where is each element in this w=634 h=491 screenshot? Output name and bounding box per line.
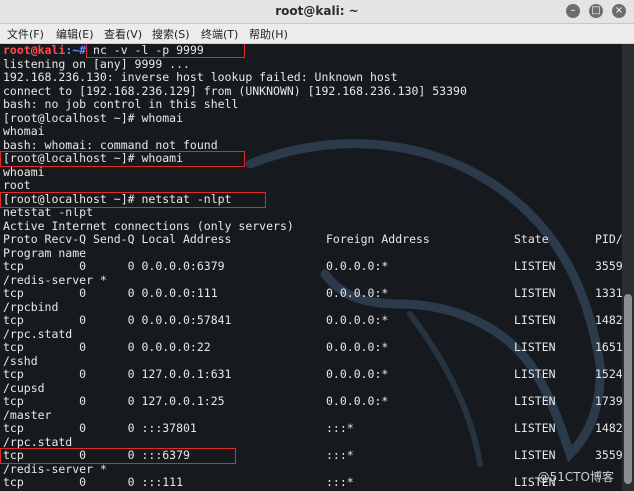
highlight-redis-6379 — [0, 448, 236, 464]
menu-search[interactable]: 搜索(S) — [152, 26, 190, 42]
netstat-row-foreign: 0.0.0.0:* — [326, 394, 389, 408]
scrollbar-thumb[interactable] — [624, 294, 632, 484]
netstat-row-state: LISTEN — [514, 394, 556, 408]
title-bar[interactable]: root@kali: ~ – □ × — [0, 0, 634, 24]
netstat-row-main: tcp 0 0 127.0.0.1:25 — [3, 394, 225, 408]
menu-view[interactable]: 查看(V) — [104, 26, 142, 42]
netstat-row-main: tcp 0 0 0.0.0.0:22 — [3, 340, 211, 354]
netstat-row-foreign: 0.0.0.0:* — [326, 340, 389, 354]
netstat-row-foreign: :::* — [326, 448, 354, 462]
kali-dragon-icon — [245, 139, 605, 467]
menu-terminal[interactable]: 终端(T) — [201, 26, 238, 42]
netstat-row-main: tcp 0 0 :::111 — [3, 475, 184, 489]
netstat-row-foreign: 0.0.0.0:* — [326, 286, 389, 300]
prompt-path: :~# — [65, 44, 87, 57]
netstat-row-main: tcp 0 0 0.0.0.0:111 — [3, 286, 218, 300]
netstat-row-program: /cupsd — [3, 380, 45, 395]
output-line: bash: whomai: command not found — [3, 137, 218, 152]
netstat-row-pid: 1651 — [595, 340, 622, 354]
output-line: 192.168.236.130: inverse host lookup fai… — [3, 70, 398, 84]
netstat-header-pid: PID/ — [595, 232, 622, 246]
minimize-icon[interactable]: – — [566, 4, 580, 18]
output-line: whoami — [3, 164, 45, 179]
maximize-icon[interactable]: □ — [589, 4, 603, 18]
netstat-header-state: State — [514, 232, 549, 246]
netstat-row-program: /rpc.statd — [3, 326, 73, 341]
netstat-row-state: LISTEN — [514, 259, 556, 273]
highlight-netstat — [0, 191, 266, 208]
netstat-row-program: /rpcbind — [3, 299, 59, 314]
netstat-row-program: /rpc.statd — [3, 434, 73, 449]
watermark: @51CTO博客 — [537, 470, 614, 484]
terminal-window: root@kali: ~ – □ × 文件(F) 编辑(E) 查看(V) 搜索(… — [0, 0, 634, 491]
netstat-row-state: LISTEN — [514, 340, 556, 354]
netstat-row-foreign: 0.0.0.0:* — [326, 313, 389, 327]
window-title: root@kali: ~ — [275, 4, 359, 18]
netstat-row-pid: 3559 — [595, 259, 622, 273]
netstat-row-pid: 1482 — [595, 421, 622, 435]
netstat-row-pid: 3559 — [595, 448, 622, 462]
netstat-row-main: tcp 0 0 :::37801 — [3, 421, 197, 435]
output-line: Active Internet connections (only server… — [3, 218, 294, 233]
netstat-row-main: tcp 0 0 0.0.0.0:57841 — [3, 313, 232, 327]
highlight-nc — [86, 44, 245, 58]
netstat-row-pid: 1331 — [595, 286, 622, 300]
netstat-row-program: /redis-server * — [3, 461, 107, 476]
netstat-row-state: LISTEN — [514, 313, 556, 327]
terminal-area[interactable]: root@kali:~# nc -v -l -p 9999 listening … — [0, 44, 622, 491]
output-line: root — [3, 178, 31, 192]
netstat-row-program: /master — [3, 407, 52, 422]
output-line: [root@localhost ~]# whomai — [3, 110, 184, 125]
netstat-row-state: LISTEN — [514, 448, 556, 462]
menu-bar: 文件(F) 编辑(E) 查看(V) 搜索(S) 终端(T) 帮助(H) — [0, 24, 634, 44]
netstat-row-state: LISTEN — [514, 421, 556, 435]
menu-file[interactable]: 文件(F) — [7, 26, 44, 42]
netstat-row-foreign: :::* — [326, 421, 354, 435]
netstat-row-foreign: 0.0.0.0:* — [326, 259, 389, 273]
netstat-header-foreign: Foreign Address — [326, 232, 430, 246]
menu-help[interactable]: 帮助(H) — [249, 26, 288, 42]
output-line: connect to [192.168.236.129] from (UNKNO… — [3, 83, 467, 98]
netstat-row-main: tcp 0 0 0.0.0.0:6379 — [3, 259, 225, 273]
netstat-row-program: /redis-server * — [3, 272, 107, 287]
netstat-row-foreign: :::* — [326, 475, 354, 489]
output-line: listening on [any] 9999 ... — [3, 56, 190, 71]
netstat-row-main: tcp 0 0 127.0.0.1:631 — [3, 367, 232, 381]
netstat-row-pid: 1739 — [595, 394, 622, 408]
output-line: netstat -nlpt — [3, 205, 94, 219]
prompt-user: root@kali — [3, 44, 66, 57]
netstat-header-program: Program name — [3, 245, 87, 260]
netstat-row-pid: 1482 — [595, 313, 622, 327]
netstat-row-foreign: 0.0.0.0:* — [326, 367, 389, 381]
menu-edit[interactable]: 编辑(E) — [56, 26, 94, 42]
close-icon[interactable]: × — [612, 4, 626, 18]
output-line: whomai — [3, 124, 45, 138]
output-line: bash: no job control in this shell — [3, 97, 239, 111]
netstat-row-state: LISTEN — [514, 367, 556, 381]
highlight-whoami — [0, 151, 245, 167]
netstat-header: Proto Recv-Q Send-Q Local Address — [3, 232, 232, 246]
scrollbar[interactable] — [622, 44, 634, 491]
netstat-row-state: LISTEN — [514, 286, 556, 300]
netstat-row-program: /sshd — [3, 353, 38, 368]
netstat-row-pid: 1524 — [595, 367, 622, 381]
